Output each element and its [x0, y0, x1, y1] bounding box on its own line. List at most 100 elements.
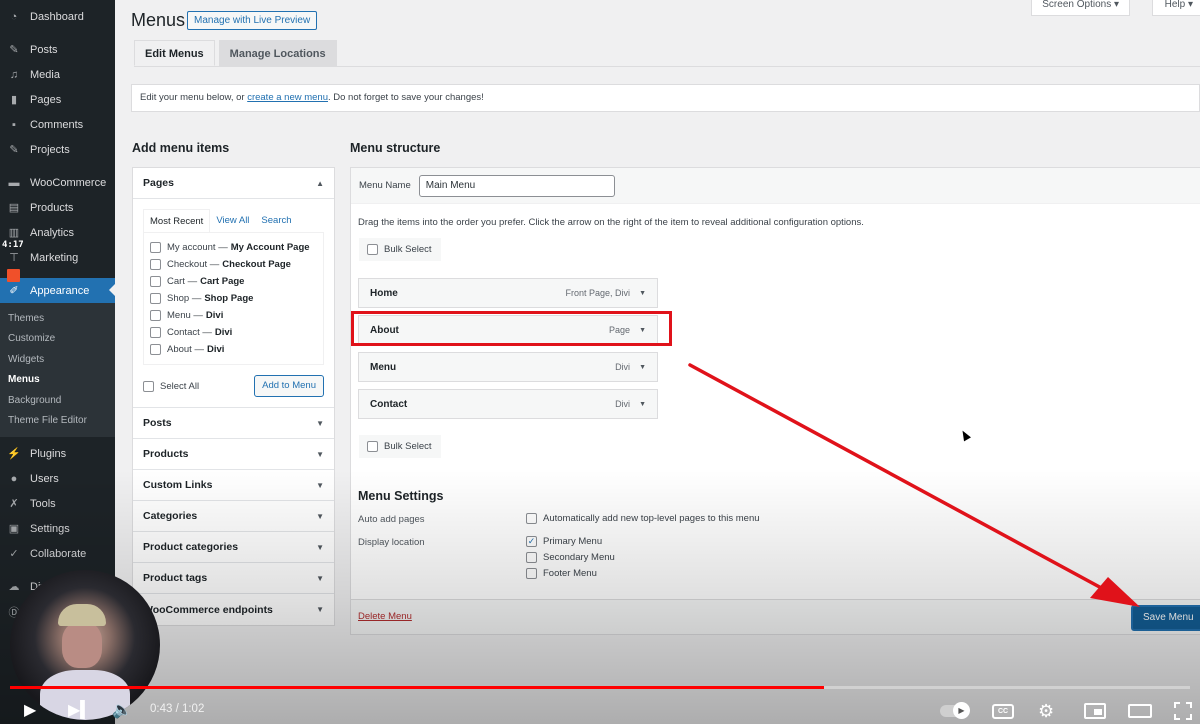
list-item[interactable]: My account — My Account Page [150, 239, 317, 256]
auto-add-option[interactable]: Automatically add new top-level pages to… [526, 513, 760, 524]
chevron-down-icon: ▼ [316, 511, 324, 521]
sidebar-item-projects[interactable]: ✎ Projects [0, 137, 115, 162]
bulk-select-top[interactable]: Bulk Select [359, 238, 441, 261]
theater-mode-icon[interactable] [1128, 704, 1152, 718]
chevron-down-icon[interactable]: ▼ [639, 290, 646, 297]
location-secondary-menu[interactable]: Secondary Menu [526, 552, 615, 563]
checkbox[interactable] [367, 441, 378, 452]
autoplay-toggle[interactable] [940, 702, 970, 719]
checkbox[interactable] [526, 513, 537, 524]
option-label: Footer Menu [543, 568, 597, 579]
fullscreen-icon[interactable] [1174, 702, 1192, 720]
sidebar-item-label: WooCommerce [30, 176, 107, 189]
menu-item-home[interactable]: Home Front Page, Divi ▼ [358, 278, 658, 308]
settings-gear-icon[interactable]: ⚙ [1038, 700, 1054, 722]
select-all-checkbox[interactable]: Select All [143, 380, 200, 392]
menu-item-contact[interactable]: Contact Divi ▼ [358, 389, 658, 419]
option-label: Primary Menu [543, 536, 603, 547]
next-icon[interactable]: ▶▍ [68, 700, 93, 722]
sidebar-item-products[interactable]: ▤ Products [0, 195, 115, 220]
select-all-label: Select All [160, 380, 200, 392]
menu-item-title: Menu [370, 361, 397, 373]
submenu-item-menus[interactable]: Menus [0, 370, 115, 390]
save-menu-button[interactable]: Save Menu [1131, 605, 1200, 631]
miniplayer-icon[interactable] [1084, 703, 1106, 719]
submenu-item-customize[interactable]: Customize [0, 329, 115, 349]
bulk-select-bottom[interactable]: Bulk Select [359, 435, 441, 458]
accordion-title: WooCommerce endpoints [143, 603, 273, 616]
location-footer-menu[interactable]: Footer Menu [526, 568, 597, 579]
menu-item-menu[interactable]: Menu Divi ▼ [358, 352, 658, 382]
option-label: Secondary Menu [543, 552, 615, 563]
sidebar-item-dashboard[interactable]: ◔ Dashboard [0, 4, 115, 29]
volume-icon[interactable]: 🔈 [112, 700, 132, 722]
add-to-menu-button[interactable]: Add to Menu [254, 375, 324, 397]
tab-edit-menus[interactable]: Edit Menus [134, 40, 215, 66]
checkbox[interactable] [367, 244, 378, 255]
screen-options-button[interactable]: Screen Options ▾ [1031, 0, 1130, 16]
sidebar-item-tools[interactable]: ✗ Tools [0, 491, 115, 516]
list-item[interactable]: About — Divi [150, 341, 317, 358]
video-progress-bar[interactable] [10, 686, 1190, 689]
sidebar-item-woocommerce[interactable]: ▬ WooCommerce [0, 170, 115, 195]
display-location-label: Display location [358, 537, 425, 548]
checkbox[interactable] [150, 327, 161, 338]
cloud-icon: ☁ [8, 581, 20, 594]
accordion-title: Categories [143, 510, 198, 522]
checkbox[interactable] [150, 310, 161, 321]
chevron-down-icon[interactable]: ▼ [639, 401, 646, 408]
accordion-pages-header[interactable]: Pages ▲ [133, 168, 334, 199]
list-item[interactable]: Shop — Shop Page [150, 290, 317, 307]
sidebar-item-pages[interactable]: ▮ Pages [0, 87, 115, 112]
checkbox-checked[interactable]: ✓ [526, 536, 537, 547]
list-item[interactable]: Cart — Cart Page [150, 273, 317, 290]
accordion-product-categories-header[interactable]: Product categories ▼ [133, 532, 334, 563]
subtab-view-all[interactable]: View All [210, 209, 255, 232]
submenu-item-widgets[interactable]: Widgets [0, 350, 115, 370]
help-button[interactable]: Help ▾ [1151, 0, 1200, 16]
checkbox[interactable] [150, 276, 161, 287]
sidebar-item-settings[interactable]: ▣ Settings [0, 516, 115, 541]
checkbox[interactable] [150, 293, 161, 304]
page-type: Cart Page [200, 276, 245, 287]
sidebar-item-comments[interactable]: ▪ Comments [0, 112, 115, 137]
sidebar-item-media[interactable]: ♫ Media [0, 62, 115, 87]
sidebar-item-collaborate[interactable]: ✓ Collaborate [0, 541, 115, 566]
location-primary-menu[interactable]: ✓ Primary Menu [526, 536, 602, 547]
manage-live-preview-button[interactable]: Manage with Live Preview [187, 11, 318, 30]
chevron-down-icon: ▼ [316, 418, 324, 428]
sidebar-item-users[interactable]: ● Users [0, 466, 115, 491]
list-item[interactable]: Checkout — Checkout Page [150, 256, 317, 273]
accordion-categories-header[interactable]: Categories ▼ [133, 501, 334, 532]
menu-name-input[interactable] [418, 174, 615, 197]
checkbox[interactable] [143, 380, 154, 392]
subtab-search[interactable]: Search [255, 209, 297, 232]
create-new-menu-link[interactable]: create a new menu [247, 92, 328, 103]
chevron-down-icon[interactable]: ▼ [639, 364, 646, 371]
delete-menu-link[interactable]: Delete Menu [358, 611, 412, 622]
accordion-posts-header[interactable]: Posts ▼ [133, 408, 334, 439]
list-item[interactable]: Menu — Divi [150, 307, 317, 324]
sidebar-item-plugins[interactable]: ⚡ Plugins [0, 441, 115, 466]
checkbox[interactable] [150, 344, 161, 355]
captions-icon[interactable]: CC [992, 704, 1014, 719]
tab-manage-locations[interactable]: Manage Locations [218, 40, 337, 66]
play-icon[interactable]: ▶ [24, 700, 36, 722]
accordion-product-tags-header[interactable]: Product tags ▼ [133, 563, 334, 594]
list-item[interactable]: Contact — Divi [150, 324, 317, 341]
submenu-item-background[interactable]: Background [0, 391, 115, 411]
bulk-select-label: Bulk Select [384, 441, 432, 452]
submenu-item-theme-file-editor[interactable]: Theme File Editor [0, 411, 115, 431]
checkbox[interactable] [150, 242, 161, 253]
checkbox[interactable] [526, 552, 537, 563]
checkbox[interactable] [526, 568, 537, 579]
checkbox[interactable] [150, 259, 161, 270]
subtab-most-recent[interactable]: Most Recent [143, 209, 211, 232]
sidebar-item-posts[interactable]: ✎ Posts [0, 37, 115, 62]
accordion-products-header[interactable]: Products ▼ [133, 439, 334, 470]
pin-icon: ✎ [9, 144, 19, 156]
sidebar-item-label: Plugins [30, 447, 67, 460]
submenu-item-themes[interactable]: Themes [0, 309, 115, 329]
accordion-custom-links-header[interactable]: Custom Links ▼ [133, 470, 334, 501]
accordion-woocommerce-endpoints-header[interactable]: WooCommerce endpoints ▼ [133, 594, 334, 625]
